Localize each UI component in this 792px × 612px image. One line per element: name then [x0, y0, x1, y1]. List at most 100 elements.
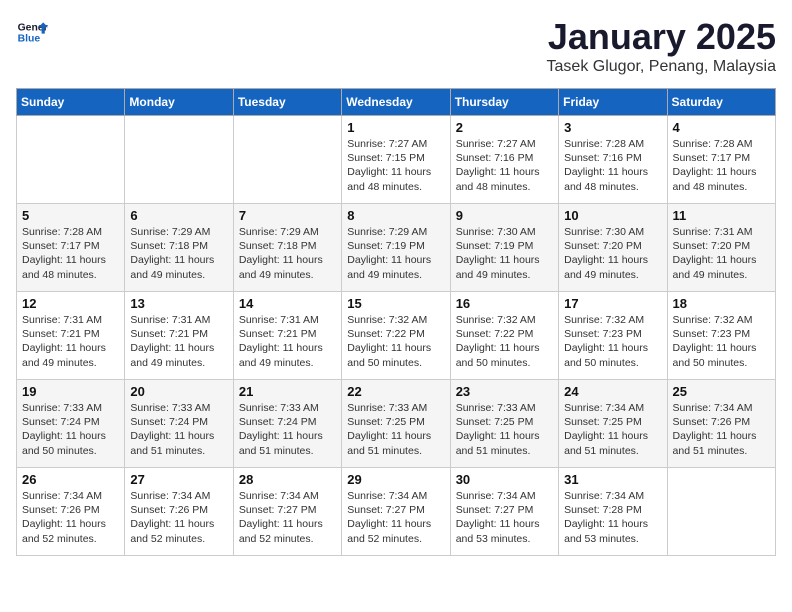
location-title: Tasek Glugor, Penang, Malaysia — [547, 58, 776, 76]
day-number: 5 — [22, 208, 119, 223]
weekday-header: Saturday — [667, 89, 775, 116]
day-info: Sunrise: 7:29 AMSunset: 7:18 PMDaylight:… — [239, 225, 336, 282]
day-info: Sunrise: 7:33 AMSunset: 7:25 PMDaylight:… — [456, 401, 553, 458]
day-info: Sunrise: 7:34 AMSunset: 7:26 PMDaylight:… — [130, 489, 227, 546]
day-info: Sunrise: 7:34 AMSunset: 7:26 PMDaylight:… — [673, 401, 770, 458]
calendar-cell — [17, 116, 125, 204]
calendar-cell: 6 Sunrise: 7:29 AMSunset: 7:18 PMDaylight… — [125, 204, 233, 292]
day-number: 14 — [239, 296, 336, 311]
calendar-cell: 26 Sunrise: 7:34 AMSunset: 7:26 PMDayligh… — [17, 468, 125, 556]
day-info: Sunrise: 7:32 AMSunset: 7:23 PMDaylight:… — [564, 313, 661, 370]
calendar-cell: 13 Sunrise: 7:31 AMSunset: 7:21 PMDayligh… — [125, 292, 233, 380]
day-number: 24 — [564, 384, 661, 399]
day-info: Sunrise: 7:33 AMSunset: 7:25 PMDaylight:… — [347, 401, 444, 458]
calendar-cell: 4Sunrise: 7:28 AMSunset: 7:17 PMDaylight… — [667, 116, 775, 204]
calendar-cell: 24 Sunrise: 7:34 AMSunset: 7:25 PMDayligh… — [559, 380, 667, 468]
day-info: Sunrise: 7:28 AMSunset: 7:17 PMDaylight:… — [22, 225, 119, 282]
calendar-cell — [233, 116, 341, 204]
day-number: 25 — [673, 384, 770, 399]
calendar-cell: 28 Sunrise: 7:34 AMSunset: 7:27 PMDayligh… — [233, 468, 341, 556]
day-number: 21 — [239, 384, 336, 399]
day-number: 26 — [22, 472, 119, 487]
day-info: Sunrise: 7:29 AMSunset: 7:18 PMDaylight:… — [130, 225, 227, 282]
day-number: 19 — [22, 384, 119, 399]
day-number: 30 — [456, 472, 553, 487]
day-number: 20 — [130, 384, 227, 399]
calendar-cell: 29Sunrise: 7:34 AMSunset: 7:27 PMDayligh… — [342, 468, 450, 556]
day-info: Sunrise: 7:31 AMSunset: 7:21 PMDaylight:… — [22, 313, 119, 370]
day-info: Sunrise: 7:31 AMSunset: 7:21 PMDaylight:… — [239, 313, 336, 370]
day-info: Sunrise: 7:33 AMSunset: 7:24 PMDaylight:… — [239, 401, 336, 458]
calendar-cell: 2 Sunrise: 7:27 AMSunset: 7:16 PMDaylight… — [450, 116, 558, 204]
day-number: 15 — [347, 296, 444, 311]
title-block: January 2025 Tasek Glugor, Penang, Malay… — [547, 16, 776, 76]
calendar-cell: 3 Sunrise: 7:28 AMSunset: 7:16 PMDaylight… — [559, 116, 667, 204]
day-number: 17 — [564, 296, 661, 311]
day-info: Sunrise: 7:30 AMSunset: 7:19 PMDaylight:… — [456, 225, 553, 282]
day-number: 8 — [347, 208, 444, 223]
day-info: Sunrise: 7:31 AMSunset: 7:21 PMDaylight:… — [130, 313, 227, 370]
calendar-week-row: 19 Sunrise: 7:33 AMSunset: 7:24 PMDayligh… — [17, 380, 776, 468]
day-info: Sunrise: 7:33 AMSunset: 7:24 PMDaylight:… — [22, 401, 119, 458]
day-info: Sunrise: 7:33 AMSunset: 7:24 PMDaylight:… — [130, 401, 227, 458]
svg-text:Blue: Blue — [18, 34, 41, 45]
calendar-cell: 23 Sunrise: 7:33 AMSunset: 7:25 PMDayligh… — [450, 380, 558, 468]
calendar-cell: 8 Sunrise: 7:29 AMSunset: 7:19 PMDaylight… — [342, 204, 450, 292]
day-number: 13 — [130, 296, 227, 311]
weekday-header: Sunday — [17, 89, 125, 116]
day-info: Sunrise: 7:34 AMSunset: 7:25 PMDaylight:… — [564, 401, 661, 458]
calendar-cell: 25 Sunrise: 7:34 AMSunset: 7:26 PMDayligh… — [667, 380, 775, 468]
calendar-cell: 15 Sunrise: 7:32 AMSunset: 7:22 PMDayligh… — [342, 292, 450, 380]
calendar-cell: 9Sunrise: 7:30 AMSunset: 7:19 PMDaylight… — [450, 204, 558, 292]
day-number: 31 — [564, 472, 661, 487]
day-info: Sunrise: 7:28 AMSunset: 7:16 PMDaylight:… — [564, 137, 661, 194]
day-info: Sunrise: 7:34 AMSunset: 7:27 PMDaylight:… — [239, 489, 336, 546]
calendar-cell: 11 Sunrise: 7:31 AMSunset: 7:20 PMDayligh… — [667, 204, 775, 292]
calendar-cell: 31Sunrise: 7:34 AMSunset: 7:28 PMDayligh… — [559, 468, 667, 556]
calendar-table: SundayMondayTuesdayWednesdayThursdayFrid… — [16, 88, 776, 556]
day-number: 11 — [673, 208, 770, 223]
calendar-week-row: 5 Sunrise: 7:28 AMSunset: 7:17 PMDaylight… — [17, 204, 776, 292]
calendar-cell: 22 Sunrise: 7:33 AMSunset: 7:25 PMDayligh… — [342, 380, 450, 468]
calendar-cell: 19 Sunrise: 7:33 AMSunset: 7:24 PMDayligh… — [17, 380, 125, 468]
day-info: Sunrise: 7:27 AMSunset: 7:16 PMDaylight:… — [456, 137, 553, 194]
calendar-cell: 5 Sunrise: 7:28 AMSunset: 7:17 PMDaylight… — [17, 204, 125, 292]
calendar-cell: 30Sunrise: 7:34 AMSunset: 7:27 PMDayligh… — [450, 468, 558, 556]
calendar-cell — [667, 468, 775, 556]
calendar-cell: 20 Sunrise: 7:33 AMSunset: 7:24 PMDayligh… — [125, 380, 233, 468]
day-number: 1 — [347, 120, 444, 135]
day-number: 23 — [456, 384, 553, 399]
calendar-week-row: 12 Sunrise: 7:31 AMSunset: 7:21 PMDayligh… — [17, 292, 776, 380]
calendar-cell: 14 Sunrise: 7:31 AMSunset: 7:21 PMDayligh… — [233, 292, 341, 380]
logo: General Blue — [16, 16, 48, 48]
page-header: General Blue January 2025 Tasek Glugor, … — [16, 16, 776, 76]
day-info: Sunrise: 7:32 AMSunset: 7:22 PMDaylight:… — [456, 313, 553, 370]
day-number: 12 — [22, 296, 119, 311]
day-number: 28 — [239, 472, 336, 487]
day-number: 22 — [347, 384, 444, 399]
calendar-cell: 18Sunrise: 7:32 AMSunset: 7:23 PMDayligh… — [667, 292, 775, 380]
day-info: Sunrise: 7:31 AMSunset: 7:20 PMDaylight:… — [673, 225, 770, 282]
day-number: 3 — [564, 120, 661, 135]
day-info: Sunrise: 7:27 AMSunset: 7:15 PMDaylight:… — [347, 137, 444, 194]
day-info: Sunrise: 7:30 AMSunset: 7:20 PMDaylight:… — [564, 225, 661, 282]
calendar-cell: 16Sunrise: 7:32 AMSunset: 7:22 PMDayligh… — [450, 292, 558, 380]
day-info: Sunrise: 7:32 AMSunset: 7:23 PMDaylight:… — [673, 313, 770, 370]
day-info: Sunrise: 7:29 AMSunset: 7:19 PMDaylight:… — [347, 225, 444, 282]
weekday-header: Friday — [559, 89, 667, 116]
day-number: 10 — [564, 208, 661, 223]
day-number: 6 — [130, 208, 227, 223]
calendar-week-row: 1 Sunrise: 7:27 AMSunset: 7:15 PMDaylight… — [17, 116, 776, 204]
calendar-cell: 27Sunrise: 7:34 AMSunset: 7:26 PMDayligh… — [125, 468, 233, 556]
day-info: Sunrise: 7:34 AMSunset: 7:27 PMDaylight:… — [347, 489, 444, 546]
day-info: Sunrise: 7:32 AMSunset: 7:22 PMDaylight:… — [347, 313, 444, 370]
day-info: Sunrise: 7:28 AMSunset: 7:17 PMDaylight:… — [673, 137, 770, 194]
day-number: 2 — [456, 120, 553, 135]
weekday-header: Wednesday — [342, 89, 450, 116]
calendar-cell: 1 Sunrise: 7:27 AMSunset: 7:15 PMDaylight… — [342, 116, 450, 204]
calendar-cell: 17 Sunrise: 7:32 AMSunset: 7:23 PMDayligh… — [559, 292, 667, 380]
weekday-header: Thursday — [450, 89, 558, 116]
day-number: 7 — [239, 208, 336, 223]
day-info: Sunrise: 7:34 AMSunset: 7:26 PMDaylight:… — [22, 489, 119, 546]
calendar-week-row: 26 Sunrise: 7:34 AMSunset: 7:26 PMDayligh… — [17, 468, 776, 556]
